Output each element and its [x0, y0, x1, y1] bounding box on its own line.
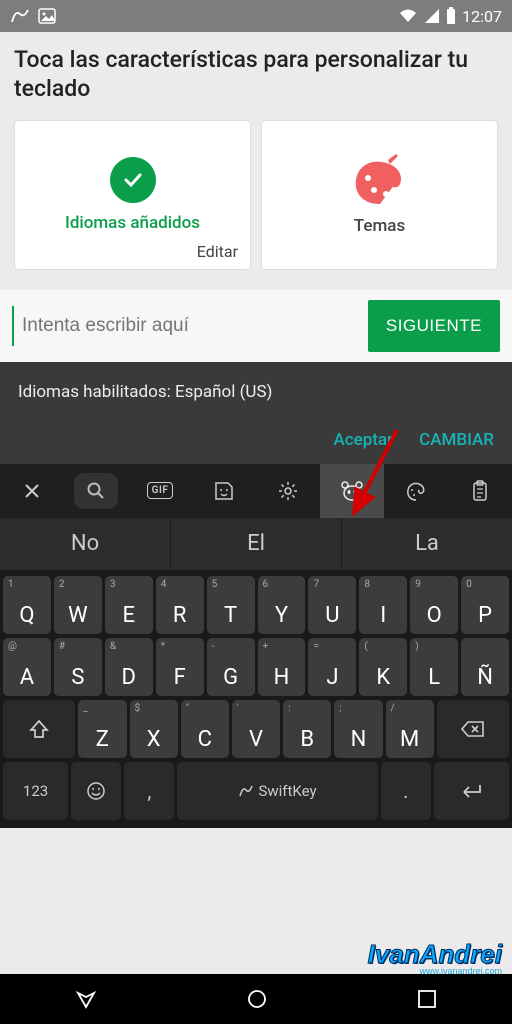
toolbar-themes[interactable] [384, 464, 448, 518]
card-languages[interactable]: Idiomas añadidos Editar [14, 120, 251, 270]
key-z[interactable]: Z_ [78, 700, 126, 758]
gif-icon: GIF [147, 482, 174, 499]
key-f[interactable]: F* [156, 638, 204, 696]
numeric-key[interactable]: 123 [3, 762, 68, 820]
onboarding-screen: Toca las características para personaliz… [0, 32, 512, 278]
languages-text: Idiomas habilitados: Español (US) [18, 382, 494, 402]
wifi-icon [398, 8, 418, 24]
enter-key[interactable] [434, 762, 509, 820]
key-l[interactable]: L) [410, 638, 458, 696]
try-typing-input[interactable] [12, 306, 358, 346]
space-label: SwiftKey [258, 782, 316, 800]
edit-link[interactable]: Editar [197, 242, 238, 261]
theme-palette-icon [405, 480, 427, 502]
accept-button[interactable]: Aceptar [333, 430, 393, 450]
shift-key[interactable] [3, 700, 75, 758]
panda-icon [340, 480, 364, 502]
toolbar-close[interactable] [0, 464, 64, 518]
shift-icon [28, 718, 50, 740]
key-s[interactable]: S# [54, 638, 102, 696]
status-bar: 12:07 [0, 0, 512, 32]
swiftkey-logo-icon [238, 784, 254, 798]
toolbar-clipboard[interactable] [448, 464, 512, 518]
comma-key[interactable]: , [124, 762, 174, 820]
nav-recent[interactable] [416, 988, 438, 1010]
key-h[interactable]: H+ [258, 638, 306, 696]
key-j[interactable]: J= [308, 638, 356, 696]
palette-icon [348, 154, 412, 206]
backspace-key[interactable] [437, 700, 509, 758]
key-b[interactable]: B: [283, 700, 331, 758]
key-n[interactable]: N; [334, 700, 382, 758]
clipboard-icon [470, 480, 490, 502]
key-d[interactable]: D& [105, 638, 153, 696]
card-languages-label: Idiomas añadidos [65, 213, 200, 233]
toolbar-search[interactable] [64, 464, 128, 518]
emoji-key[interactable] [71, 762, 121, 820]
gear-icon [277, 480, 299, 502]
key-e[interactable]: E3 [105, 576, 153, 634]
toolbar-gif[interactable]: GIF [128, 464, 192, 518]
android-navbar [0, 974, 512, 1024]
key-c[interactable]: C" [181, 700, 229, 758]
toolbar-settings[interactable] [256, 464, 320, 518]
keyboard-toolbar: GIF [0, 464, 512, 518]
page-title: Toca las características para personaliz… [14, 46, 498, 104]
key-a[interactable]: A@ [3, 638, 51, 696]
enter-icon [458, 782, 484, 800]
suggestion-3[interactable]: La [342, 518, 512, 570]
backspace-icon [460, 720, 486, 738]
nav-home[interactable] [245, 987, 269, 1011]
emoji-icon [86, 781, 106, 801]
swiftkey-status-icon [10, 8, 30, 24]
key-t[interactable]: T5 [207, 576, 255, 634]
key-v[interactable]: V' [232, 700, 280, 758]
key-k[interactable]: K( [359, 638, 407, 696]
search-icon [74, 473, 118, 509]
suggestion-1[interactable]: No [0, 518, 171, 570]
battery-icon [446, 7, 456, 25]
watermark: IvanAndrei www.ivanandrei.com [368, 941, 502, 976]
card-themes-label: Temas [354, 216, 405, 236]
key-w[interactable]: W2 [54, 576, 102, 634]
keyboard: GIF No El La Q1W2E3R4T5Y6U7I8O9P0 A@S#D&… [0, 464, 512, 828]
try-typing-row: SIGUIENTE [0, 290, 512, 362]
key-u[interactable]: U7 [308, 576, 356, 634]
period-key[interactable]: . [381, 762, 431, 820]
key-y[interactable]: Y6 [258, 576, 306, 634]
image-status-icon [38, 8, 56, 24]
space-key[interactable]: SwiftKey [177, 762, 377, 820]
suggestion-bar: No El La [0, 518, 512, 570]
key-p[interactable]: P0 [461, 576, 509, 634]
signal-icon [424, 8, 440, 24]
sticker-icon [213, 480, 235, 502]
key-i[interactable]: I8 [359, 576, 407, 634]
clock-text: 12:07 [462, 7, 502, 26]
key-o[interactable]: O9 [410, 576, 458, 634]
key-x[interactable]: X$ [130, 700, 178, 758]
suggestion-2[interactable]: El [171, 518, 342, 570]
toolbar-stickers[interactable] [192, 464, 256, 518]
languages-prompt: Idiomas habilitados: Español (US) Acepta… [0, 362, 512, 464]
checkmark-icon [110, 157, 156, 203]
next-button[interactable]: SIGUIENTE [368, 300, 500, 352]
toolbar-panda[interactable] [320, 464, 384, 518]
key-g[interactable]: G- [207, 638, 255, 696]
key-m[interactable]: M/ [386, 700, 434, 758]
key-ñ[interactable]: Ñ [461, 638, 509, 696]
card-themes[interactable]: Temas [261, 120, 498, 270]
nav-back[interactable] [74, 987, 98, 1011]
key-r[interactable]: R4 [156, 576, 204, 634]
change-button[interactable]: CAMBIAR [419, 430, 494, 450]
key-q[interactable]: Q1 [3, 576, 51, 634]
